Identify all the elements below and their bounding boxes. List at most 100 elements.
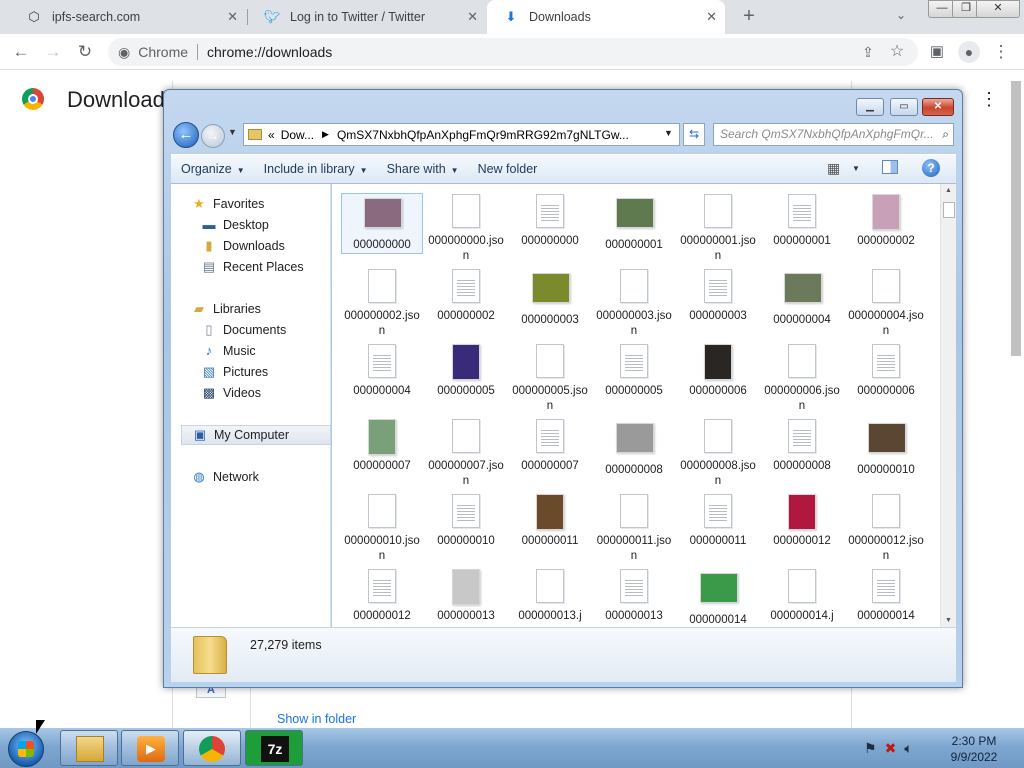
forward-arrow-icon[interactable]: → — [42, 41, 64, 63]
show-in-folder-link[interactable]: Show in folder — [277, 712, 356, 726]
file-item[interactable]: 000000004.json — [846, 269, 926, 339]
bookmark-star-icon[interactable]: ☆ — [886, 41, 908, 63]
chrome-menu-icon[interactable]: ⋮ — [991, 41, 1011, 63]
file-item[interactable]: 000000010.json — [342, 494, 422, 564]
file-item[interactable]: 000000010 — [846, 419, 926, 478]
file-item[interactable]: 000000007 — [342, 419, 422, 474]
file-item[interactable]: 000000008.json — [678, 419, 758, 489]
tab-close-icon[interactable]: ✕ — [227, 9, 238, 25]
file-item[interactable]: 000000008 — [594, 419, 674, 478]
new-folder-button[interactable]: New folder — [478, 162, 538, 176]
file-item[interactable]: 000000006 — [846, 344, 926, 399]
taskbar-chrome-button[interactable] — [183, 730, 241, 766]
downloads-menu-icon[interactable]: ⋮ — [980, 89, 998, 110]
change-view-icon[interactable]: ▦ — [827, 160, 840, 177]
breadcrumb-folder[interactable]: QmSX7NxbhQfpAnXphgFmQr9mRRG92m7gNLTGw... — [337, 128, 629, 142]
back-arrow-icon[interactable]: ← — [10, 41, 32, 63]
side-panel-icon[interactable]: ▣ — [926, 41, 948, 63]
file-item[interactable]: 000000007.json — [426, 419, 506, 489]
profile-avatar-icon[interactable]: ● — [958, 41, 980, 63]
forward-arrow-icon[interactable]: → — [201, 124, 225, 148]
file-item[interactable]: 000000001 — [594, 194, 674, 253]
file-item[interactable]: 000000011 — [678, 494, 758, 549]
nav-downloads[interactable]: ▮ Downloads — [201, 236, 284, 255]
tab-close-icon[interactable]: ✕ — [706, 9, 717, 25]
file-item[interactable]: 000000012 — [762, 494, 842, 549]
nav-libraries[interactable]: ▰ Libraries — [191, 299, 261, 318]
page-scrollbar-thumb[interactable] — [1011, 81, 1021, 356]
file-item[interactable]: 000000013 — [426, 569, 506, 624]
nav-network[interactable]: ◍ Network — [191, 467, 259, 486]
nav-music[interactable]: ♪ Music — [201, 341, 256, 360]
tab-close-icon[interactable]: ✕ — [467, 9, 478, 25]
file-item[interactable]: 000000001 — [762, 194, 842, 249]
omnibox[interactable]: ◉ Chrome chrome://downloads — [108, 38, 918, 66]
file-item[interactable]: 000000014 — [678, 569, 758, 627]
preview-pane-icon[interactable] — [882, 160, 898, 174]
share-icon[interactable]: ⇪ — [857, 41, 879, 63]
nav-desktop[interactable]: ▬ Desktop — [201, 215, 269, 234]
file-item[interactable]: 000000014 — [846, 569, 926, 624]
breadcrumb-overflow[interactable]: « — [268, 128, 275, 142]
nav-videos[interactable]: ▩ Videos — [201, 383, 261, 402]
taskbar-explorer-button[interactable] — [60, 730, 118, 766]
file-list-scrollbar[interactable]: ▲ ▼ — [940, 184, 956, 627]
file-item[interactable]: 000000002.json — [342, 269, 422, 339]
file-item[interactable]: 000000012.json — [846, 494, 926, 564]
file-item[interactable]: 000000001.json — [678, 194, 758, 264]
file-item[interactable]: 000000003 — [678, 269, 758, 324]
address-bar[interactable]: « Dow... ▶ QmSX7NxbhQfpAnXphgFmQr9mRRG92… — [243, 123, 680, 146]
reload-icon[interactable]: ↻ — [74, 41, 96, 63]
browser-close-button[interactable]: ✕ — [976, 0, 1020, 18]
file-item[interactable]: 000000005 — [426, 344, 506, 399]
file-item[interactable]: 000000003 — [510, 269, 590, 328]
nav-documents[interactable]: ▯ Documents — [201, 320, 286, 339]
file-item[interactable]: 000000002 — [426, 269, 506, 324]
file-item[interactable]: 000000013 — [594, 569, 674, 624]
action-center-icon[interactable]: ⚑ — [864, 740, 885, 756]
file-item[interactable]: 000000006.json — [762, 344, 842, 414]
back-arrow-icon[interactable]: ← — [173, 122, 199, 148]
breadcrumb-arrow-icon[interactable]: ▶ — [322, 129, 329, 140]
nav-recent-places[interactable]: ▤ Recent Places — [201, 257, 304, 276]
nav-pictures[interactable]: ▧ Pictures — [201, 362, 268, 381]
recent-pages-chevron-icon[interactable]: ▼ — [228, 127, 237, 137]
taskbar-media-player-button[interactable]: ▶ — [121, 730, 179, 766]
file-item[interactable]: 000000007 — [510, 419, 590, 474]
tab-ipfs-search[interactable]: ⬡ ipfs-search.com ✕ — [10, 0, 246, 34]
scroll-up-arrow-icon[interactable]: ▲ — [945, 187, 952, 194]
network-warning-icon[interactable]: ✖ — [885, 740, 905, 756]
file-item[interactable]: 000000014.j — [762, 569, 842, 624]
taskbar-7zip-button[interactable]: 7z — [245, 730, 303, 766]
page-scrollbar[interactable] — [1008, 71, 1024, 728]
share-with-button[interactable]: Share with ▼ — [387, 162, 459, 176]
file-item[interactable]: 000000000 — [510, 194, 590, 249]
file-item[interactable]: 000000012 — [342, 569, 422, 624]
volume-icon[interactable]: 🔈︎ — [904, 740, 920, 756]
file-item[interactable]: 000000000.json — [426, 194, 506, 264]
file-item[interactable]: 000000011.json — [594, 494, 674, 564]
scroll-down-arrow-icon[interactable]: ▼ — [945, 617, 952, 624]
tab-downloads[interactable]: ⬇ Downloads ✕ — [487, 0, 725, 34]
search-input[interactable]: Search QmSX7NxbhQfpAnXphgFmQr... ⌕ — [713, 123, 954, 146]
explorer-minimize-button[interactable]: ▁ — [856, 98, 884, 116]
file-item[interactable]: 000000002 — [846, 194, 926, 249]
scrollbar-thumb[interactable] — [943, 202, 955, 218]
file-item[interactable]: 000000013.j — [510, 569, 590, 624]
file-item[interactable]: 000000004 — [342, 344, 422, 399]
start-button[interactable] — [8, 731, 44, 767]
file-item[interactable]: 000000000 — [341, 193, 423, 254]
address-dropdown-icon[interactable]: ▼ — [664, 128, 673, 138]
file-item[interactable]: 000000005 — [594, 344, 674, 399]
taskbar-clock[interactable]: 2:30 PM 9/9/2022 — [944, 733, 1004, 765]
new-tab-icon[interactable]: + — [737, 5, 761, 28]
search-icon[interactable]: ⌕ — [942, 127, 949, 142]
organize-button[interactable]: Organize ▼ — [181, 162, 245, 176]
include-in-library-button[interactable]: Include in library ▼ — [264, 162, 368, 176]
file-item[interactable]: 000000005.json — [510, 344, 590, 414]
file-item[interactable]: 000000008 — [762, 419, 842, 474]
file-item[interactable]: 000000006 — [678, 344, 758, 399]
explorer-close-button[interactable]: ✕ — [922, 98, 954, 116]
file-item[interactable]: 000000011 — [510, 494, 590, 549]
tab-twitter[interactable]: 🐦︎ Log in to Twitter / Twitter ✕ — [248, 0, 486, 34]
